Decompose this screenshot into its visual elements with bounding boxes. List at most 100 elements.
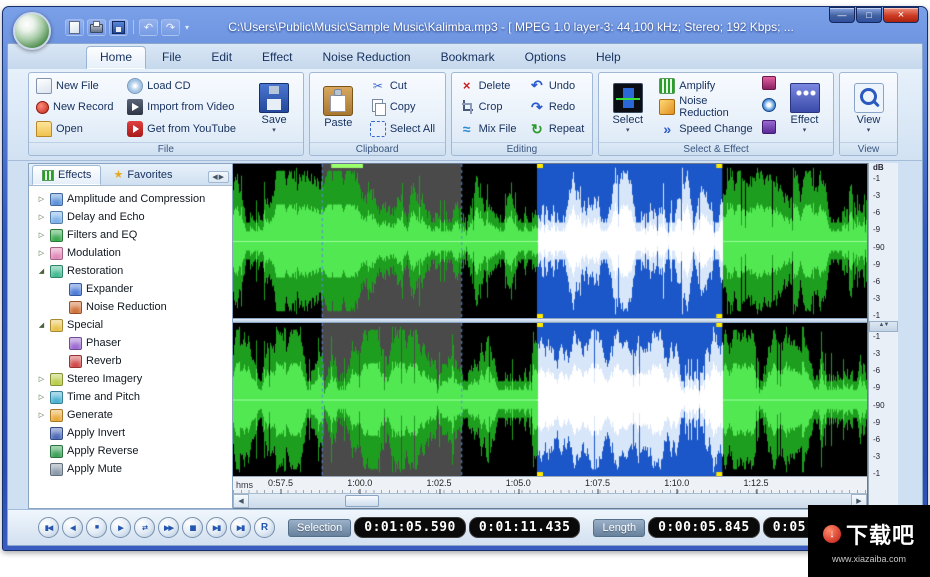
tab-favorites[interactable]: ★ Favorites <box>103 165 182 185</box>
fx-quick-button-1[interactable] <box>762 76 776 95</box>
crop-button[interactable]: Crop <box>456 97 522 117</box>
waveform-left-channel[interactable] <box>233 164 867 318</box>
next-button[interactable]: ▶▮ <box>206 517 227 538</box>
load-cd-button[interactable]: Load CD <box>124 76 245 96</box>
get-from-youtube-button[interactable]: Get from YouTube <box>124 119 245 139</box>
minimize-button[interactable]: — <box>829 7 855 23</box>
tree-expand-icon[interactable]: ▷ <box>37 195 46 203</box>
tree-expand-icon[interactable]: ◢ <box>37 321 46 329</box>
quick-save-button[interactable] <box>109 19 128 36</box>
effect-icon <box>69 301 82 314</box>
select-button[interactable]: Select ▾ <box>603 75 652 140</box>
tree-expand-icon[interactable]: ▷ <box>37 375 46 383</box>
ribbon-tab[interactable]: File <box>148 46 195 69</box>
scrollbar-thumb[interactable] <box>345 495 379 507</box>
skip-end-button[interactable]: ▶▮ <box>230 517 251 538</box>
tree-expand-icon[interactable]: ◢ <box>37 267 46 275</box>
stop-button[interactable]: ■ <box>86 517 107 538</box>
fast-forward-button[interactable]: ▶▶ <box>158 517 179 538</box>
repeat-button[interactable]: ↻Repeat <box>526 119 588 139</box>
ribbon-tab[interactable]: Help <box>582 46 635 69</box>
import-from-video-button[interactable]: Import from Video <box>124 97 245 117</box>
delete-button[interactable]: ×Delete <box>456 76 522 96</box>
quick-access-overflow-button[interactable]: ▾ <box>183 23 191 32</box>
tab-effects[interactable]: Effects <box>32 165 101 185</box>
scroll-left-button[interactable]: ◀ <box>233 494 249 508</box>
new-document-button[interactable] <box>65 19 84 36</box>
tree-item[interactable]: ▷ Amplitude and Compression <box>31 190 230 208</box>
selection-end-display[interactable]: 0:01:11.435 <box>469 517 581 538</box>
fx-quick-button-2[interactable] <box>762 98 776 117</box>
ribbon-tab[interactable]: Edit <box>197 46 246 69</box>
panel-pager-button[interactable]: ◀▶ <box>208 171 229 183</box>
ribbon-tab[interactable]: Effect <box>248 46 306 69</box>
select-all-button[interactable]: Select All <box>367 119 441 139</box>
tree-item[interactable]: Expander <box>31 280 230 298</box>
tree-item[interactable]: Noise Reduction <box>31 298 230 316</box>
ribbon-tab[interactable]: Home <box>86 46 146 69</box>
noise-reduction-button[interactable]: Noise Reduction <box>656 97 758 117</box>
tree-expand-icon[interactable]: ▷ <box>37 393 46 401</box>
timeline-ruler[interactable]: hms 0:57.51:00.01:02.51:05.01:07.51:10.0… <box>233 476 867 493</box>
selection-start-display[interactable]: 0:01:05.590 <box>354 517 466 538</box>
app-logo-icon[interactable] <box>13 12 51 50</box>
amplify-button[interactable]: Amplify <box>656 76 758 96</box>
speed-change-button[interactable]: »Speed Change <box>656 119 758 139</box>
star-icon: ★ <box>113 170 123 181</box>
ribbon-tab[interactable]: Noise Reduction <box>309 46 425 69</box>
close-button[interactable]: × <box>883 7 919 23</box>
print-button[interactable] <box>87 19 106 36</box>
new-document-icon <box>69 21 80 34</box>
tree-item[interactable]: Apply Mute <box>31 460 230 478</box>
tree-item[interactable]: ▷ Modulation <box>31 244 230 262</box>
play-button[interactable]: ▶ <box>110 517 131 538</box>
new-record-button[interactable]: New Record <box>33 97 120 117</box>
quick-redo-button[interactable]: ↷ <box>161 19 180 36</box>
skip-start-button[interactable]: ▮◀ <box>38 517 59 538</box>
maximize-button[interactable]: □ <box>856 7 882 23</box>
effect-button[interactable]: Effect ▾ <box>780 75 829 140</box>
tree-item[interactable]: ▷ Time and Pitch <box>31 388 230 406</box>
tree-item[interactable]: ◢ Restoration <box>31 262 230 280</box>
horizontal-scrollbar[interactable]: ◀ ▶ <box>233 493 867 508</box>
delete-icon: × <box>459 78 475 94</box>
ruler-tick: 1:00.0 <box>347 478 372 488</box>
tree-expand-icon[interactable]: ▷ <box>37 231 46 239</box>
tree-item[interactable]: ▷ Stereo Imagery <box>31 370 230 388</box>
ribbon-tab[interactable]: Bookmark <box>427 46 509 69</box>
save-button[interactable]: Save ▾ <box>249 75 298 140</box>
quick-undo-button[interactable]: ↶ <box>139 19 158 36</box>
record-button[interactable]: R <box>254 517 275 538</box>
new-file-button[interactable]: New File <box>33 76 120 96</box>
paste-button[interactable]: Paste <box>314 75 363 140</box>
ruler-tick: 1:05.0 <box>506 478 531 488</box>
open-button[interactable]: Open <box>33 119 120 139</box>
scale-splitter[interactable]: ▲▼ <box>869 321 898 332</box>
tree-item[interactable]: Apply Reverse <box>31 442 230 460</box>
selection-length-display[interactable]: 0:00:05.845 <box>648 517 760 538</box>
tree-item[interactable]: ▷ Filters and EQ <box>31 226 230 244</box>
fx-quick-button-3[interactable] <box>762 120 776 139</box>
redo-button[interactable]: ↷Redo <box>526 97 588 117</box>
undo-button[interactable]: ↶Undo <box>526 76 588 96</box>
tree-item[interactable]: Reverb <box>31 352 230 370</box>
tree-expand-icon[interactable]: ▷ <box>37 411 46 419</box>
tree-item[interactable]: Phaser <box>31 334 230 352</box>
fx-grid-icon <box>762 120 776 134</box>
ribbon-tab[interactable]: Options <box>511 46 580 69</box>
tree-expand-icon[interactable]: ▷ <box>37 249 46 257</box>
cut-button[interactable]: ✂Cut <box>367 76 441 96</box>
copy-button[interactable]: Copy <box>367 97 441 117</box>
loop-button[interactable]: ⇄ <box>134 517 155 538</box>
tree-item[interactable]: ◢ Special <box>31 316 230 334</box>
tree-expand-icon[interactable]: ▷ <box>37 213 46 221</box>
scrollbar-track[interactable] <box>249 494 851 508</box>
waveform-right-channel[interactable] <box>233 323 867 477</box>
rewind-button[interactable]: ◀ <box>62 517 83 538</box>
tree-item[interactable]: Apply Invert <box>31 424 230 442</box>
tree-item[interactable]: ▷ Delay and Echo <box>31 208 230 226</box>
view-button[interactable]: View ▾ <box>844 75 893 140</box>
mix-file-button[interactable]: ≈Mix File <box>456 119 522 139</box>
tree-item[interactable]: ▷ Generate <box>31 406 230 424</box>
pause-button[interactable]: ▮▮ <box>182 517 203 538</box>
